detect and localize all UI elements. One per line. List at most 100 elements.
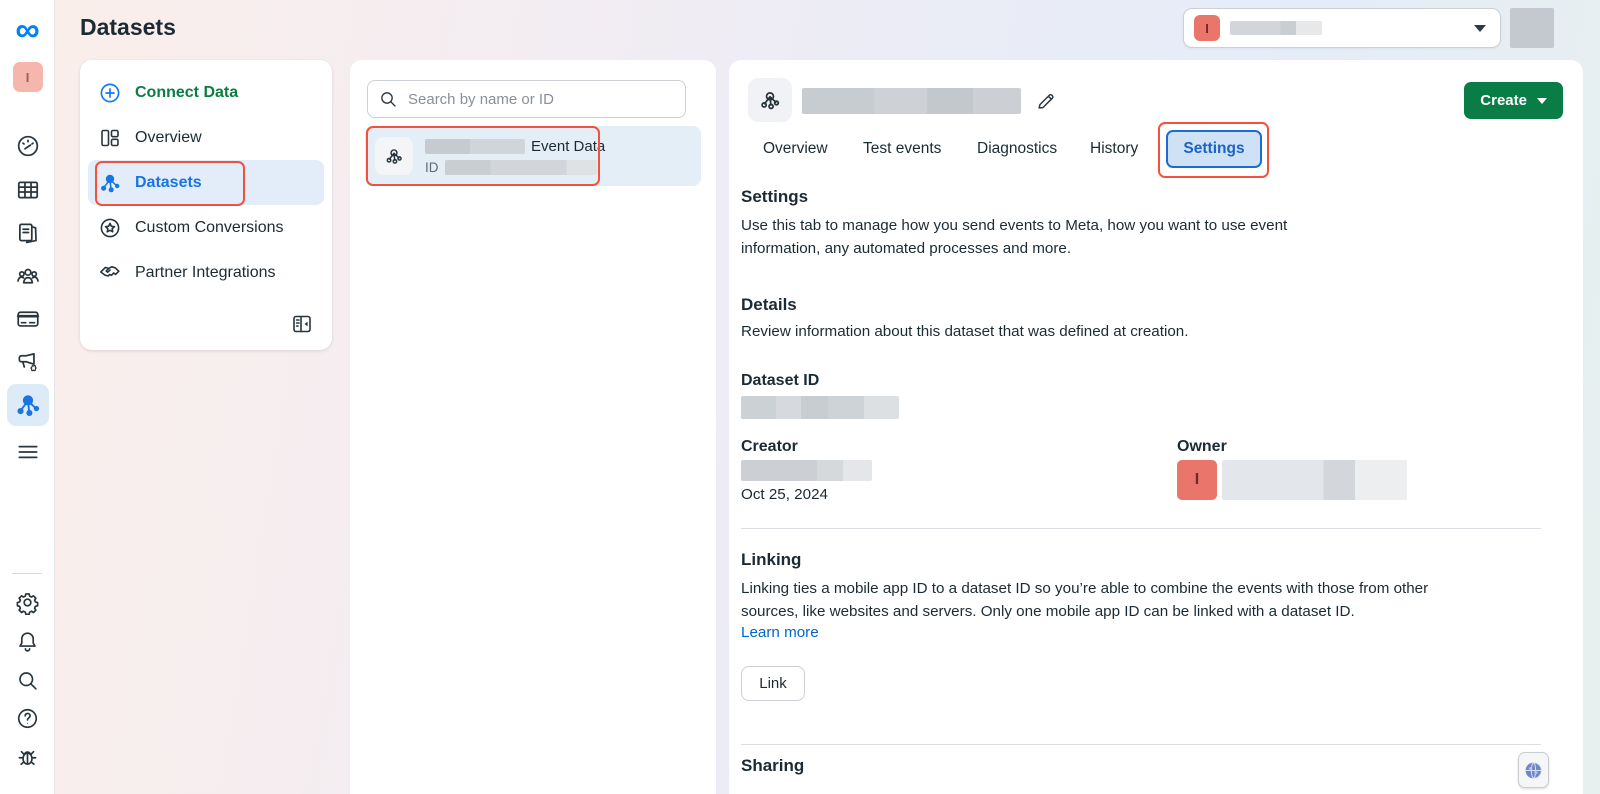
sidebar-item-label: Custom Conversions <box>135 219 284 237</box>
datasets-cluster-icon <box>14 391 42 419</box>
link-button[interactable]: Link <box>741 666 805 701</box>
business-avatar-button[interactable]: I <box>0 60 55 94</box>
dataset-item-icon-tile <box>375 137 413 175</box>
rail-item-events-manager[interactable] <box>0 383 55 427</box>
rail-item-dashboard[interactable] <box>0 132 55 160</box>
create-button-label: Create <box>1480 92 1527 109</box>
rail-item-billing[interactable] <box>0 305 55 333</box>
gauge-icon <box>15 133 41 159</box>
account-dropdown[interactable]: I <box>1183 8 1501 48</box>
rail-item-audiences[interactable] <box>0 262 55 290</box>
sidebar-item-label: Partner Integrations <box>135 264 276 282</box>
sidebar-nav-card: Connect Data Overview Datasets Custom Co… <box>80 60 332 350</box>
edit-dataset-name-button[interactable] <box>1035 90 1057 112</box>
rail-item-reports[interactable] <box>0 176 55 204</box>
events-manager-page: ∞ I <box>0 0 1600 794</box>
sidebar-item-partner-integrations[interactable]: Partner Integrations <box>88 250 324 295</box>
details-heading: Details <box>741 295 797 315</box>
search-icon <box>15 668 40 693</box>
owner-label: Owner <box>1177 438 1227 456</box>
gear-icon <box>15 590 40 615</box>
documents-icon <box>15 220 41 246</box>
sidebar-item-label: Connect Data <box>135 84 238 102</box>
dataset-header-icon-tile <box>748 78 792 122</box>
selected-rail-highlight <box>7 384 49 426</box>
tab-test-events[interactable]: Test events <box>863 140 941 158</box>
dataset-name-suffix: Event Data <box>531 138 605 155</box>
redacted-dataset-name <box>425 139 525 154</box>
business-avatar: I <box>13 62 43 92</box>
page-title: Datasets <box>80 14 176 41</box>
redacted-account-name <box>1230 21 1322 35</box>
plus-circle-icon <box>98 81 122 105</box>
rail-item-forms[interactable] <box>0 219 55 247</box>
people-icon <box>15 263 41 289</box>
rail-item-report-bug[interactable] <box>0 742 55 770</box>
collapse-sidebar-button[interactable] <box>290 312 314 336</box>
search-input[interactable] <box>406 90 675 109</box>
sidebar-item-custom-conversions[interactable]: Custom Conversions <box>88 205 324 250</box>
datasets-cluster-icon <box>383 145 405 167</box>
dataset-item-id: ID <box>425 160 605 175</box>
tab-overview[interactable]: Overview <box>763 140 828 158</box>
bell-icon <box>15 629 40 654</box>
globe-icon <box>1523 760 1544 781</box>
rail-item-search[interactable] <box>0 666 55 694</box>
sidebar-item-overview[interactable]: Overview <box>88 115 324 160</box>
redacted-dataset-id <box>445 160 597 175</box>
sidebar-item-connect-data[interactable]: Connect Data <box>88 70 324 115</box>
rail-item-help[interactable] <box>0 704 55 732</box>
settings-description: Use this tab to manage how you send even… <box>741 215 1329 260</box>
section-divider <box>741 744 1541 745</box>
tab-diagnostics[interactable]: Diagnostics <box>977 140 1057 158</box>
linking-description: Linking ties a mobile app ID to a datase… <box>741 578 1433 623</box>
table-icon <box>15 177 41 203</box>
datasets-cluster-icon <box>98 171 122 195</box>
tab-history[interactable]: History <box>1090 140 1138 158</box>
datasets-cluster-icon <box>757 87 783 113</box>
details-description: Review information about this dataset th… <box>741 321 1441 344</box>
dataset-id-label: Dataset ID <box>741 372 819 390</box>
sidebar-item-datasets[interactable]: Datasets <box>88 160 324 205</box>
megaphone-icon <box>15 349 41 375</box>
section-divider <box>741 528 1541 529</box>
pencil-icon <box>1035 90 1057 112</box>
credit-card-icon <box>15 306 41 332</box>
dataset-search[interactable] <box>367 80 686 118</box>
owner-avatar: I <box>1177 460 1217 500</box>
rail-item-ads[interactable] <box>0 348 55 376</box>
question-icon <box>15 706 40 731</box>
redacted-avatar-block <box>1510 8 1554 48</box>
bug-icon <box>15 744 40 769</box>
star-circle-icon <box>98 216 122 240</box>
create-button[interactable]: Create <box>1464 82 1563 119</box>
dataset-item-title: Event Data <box>425 138 605 155</box>
tab-settings[interactable]: Settings <box>1166 130 1262 168</box>
dataset-detail-panel: Create Overview Test events Diagnostics … <box>729 60 1583 794</box>
meta-logo[interactable]: ∞ <box>0 12 55 48</box>
redacted-creator-name <box>741 460 872 481</box>
hamburger-menu-icon <box>15 439 41 465</box>
globe-widget-button[interactable] <box>1518 752 1549 788</box>
owner-value: I <box>1177 460 1407 500</box>
sidebar-item-label: Datasets <box>135 174 202 192</box>
learn-more-link[interactable]: Learn more <box>741 622 819 645</box>
dataset-list-item[interactable]: Event Data ID <box>365 126 701 186</box>
collapse-panel-icon <box>290 312 314 336</box>
id-label: ID <box>425 160 439 175</box>
left-icon-rail: ∞ I <box>0 0 55 794</box>
dataset-list-panel: Event Data ID <box>350 60 716 794</box>
creator-date: Oct 25, 2024 <box>741 484 828 507</box>
redacted-dataset-title <box>802 88 1021 114</box>
rail-item-settings[interactable] <box>0 588 55 616</box>
search-icon <box>378 89 398 109</box>
sharing-heading: Sharing <box>741 756 804 776</box>
account-avatar: I <box>1194 15 1220 41</box>
rail-item-all-tools[interactable] <box>0 438 55 466</box>
chevron-down-icon <box>1474 25 1486 32</box>
rail-item-notifications[interactable] <box>0 627 55 655</box>
redacted-dataset-id-value <box>741 396 899 419</box>
meta-infinity-icon: ∞ <box>15 15 39 45</box>
handshake-icon <box>98 261 122 285</box>
chevron-down-icon <box>1537 98 1547 104</box>
